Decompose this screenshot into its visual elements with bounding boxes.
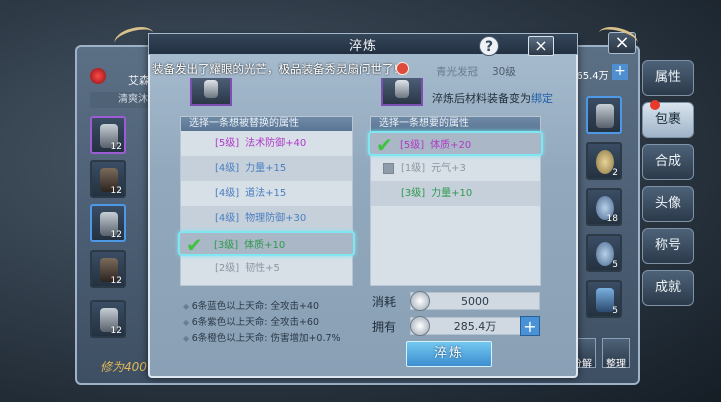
equip-slot[interactable]: 12 xyxy=(90,300,126,338)
attribute-text: 元气+3 xyxy=(431,163,466,174)
equip-slot[interactable]: 12 xyxy=(90,204,126,242)
attribute-level: [5级] xyxy=(400,140,425,151)
attribute-row-selected[interactable]: ✔ [5级] 体质+20 xyxy=(368,131,543,156)
cost-label: 消耗 xyxy=(372,295,397,309)
bag-slot[interactable]: 18 xyxy=(586,188,622,226)
attribute-level: [4级] xyxy=(215,163,240,174)
panel-header: 选择一条想要的属性 xyxy=(371,117,540,131)
slot-count: 12 xyxy=(110,186,122,196)
attribute-level: [4级] xyxy=(215,188,240,199)
slot-count: 5 xyxy=(612,306,618,316)
attribute-row[interactable]: [2级] 韧性+5 xyxy=(181,256,352,281)
attribute-text: 体质+10 xyxy=(244,240,286,251)
attribute-level: [3级] xyxy=(401,188,426,199)
equip-slot[interactable]: 12 xyxy=(90,116,126,154)
close-button[interactable]: × xyxy=(528,36,554,56)
bag-slot[interactable]: 2 xyxy=(586,142,622,180)
notification-badge xyxy=(650,100,660,110)
bound-keyword: 绑定 xyxy=(531,92,553,105)
slot-count: 5 xyxy=(612,260,618,270)
source-item-slot[interactable] xyxy=(190,78,232,106)
attribute-level: [2级] xyxy=(215,263,240,274)
desired-attribute-panel: 选择一条想要的属性 ✔ [5级] 体质+20 [1级] 元气+3 [3级] 力量+10 xyxy=(368,116,543,286)
add-currency-button[interactable]: + xyxy=(520,316,540,336)
replace-attribute-panel: 选择一条想被替换的属性 [5级] 法术防御+40 [4级] 力量+15 [4级] 道法… xyxy=(178,116,355,286)
help-button[interactable]: ? xyxy=(479,36,499,56)
emoji-icon xyxy=(396,62,409,75)
tab-synthesis[interactable]: 合成 xyxy=(642,144,694,180)
add-gold-button[interactable]: + xyxy=(612,64,628,80)
slot-count: 12 xyxy=(110,276,122,286)
bag-slot[interactable]: 5 xyxy=(586,234,622,272)
attribute-level: [1级] xyxy=(401,163,426,174)
owned-label: 拥有 xyxy=(372,320,397,334)
slot-count: 18 xyxy=(606,214,618,224)
attribute-row[interactable]: [3级] 力量+10 xyxy=(371,181,540,206)
slot-count: 2 xyxy=(612,168,618,178)
set-bonus: 6条橙色以上天命: 伤害增加+0.7% xyxy=(183,330,341,344)
material-item-name: 青光发冠 xyxy=(436,66,478,78)
tab-avatar[interactable]: 头像 xyxy=(642,186,694,222)
refine-button[interactable]: 淬炼 xyxy=(406,341,492,367)
sort-button[interactable]: 整理 xyxy=(602,338,630,370)
attribute-row[interactable]: [1级] 元气+3 xyxy=(371,156,540,181)
attribute-row[interactable]: [5级] 法术防御+40 xyxy=(181,131,352,156)
attribute-text: 力量+15 xyxy=(245,163,287,174)
helmet-icon xyxy=(204,80,218,98)
slot-count: 12 xyxy=(110,142,122,152)
bind-notice-text: 淬炼后材料装备变为 xyxy=(432,92,531,105)
attribute-text: 体质+20 xyxy=(430,140,472,151)
equip-slot[interactable]: 12 xyxy=(90,250,126,288)
set-bonus: 6条紫色以上天命: 全攻击+60 xyxy=(183,314,319,328)
panel-header: 选择一条想被替换的属性 xyxy=(181,117,352,131)
material-item-slot[interactable] xyxy=(381,78,423,106)
slot-count: 12 xyxy=(110,326,122,336)
set-bonus: 6条蓝色以上天命: 全攻击+40 xyxy=(183,298,319,312)
helmet-icon xyxy=(395,80,409,98)
attribute-text: 法术防御+40 xyxy=(245,138,307,149)
equip-slot[interactable]: 12 xyxy=(90,160,126,198)
attribute-text: 道法+15 xyxy=(245,188,287,199)
attribute-level: [5级] xyxy=(215,138,240,149)
dialog-title: 淬炼 xyxy=(348,39,377,54)
bind-notice: 淬炼后材料装备变为绑定 xyxy=(432,90,553,106)
silver-coin-icon xyxy=(410,316,430,336)
bag-slot[interactable] xyxy=(586,96,622,134)
tab-title[interactable]: 称号 xyxy=(642,228,694,264)
attribute-text: 力量+10 xyxy=(431,188,473,199)
tab-attributes[interactable]: 属性 xyxy=(642,60,694,96)
attribute-text: 物理防御+30 xyxy=(245,213,307,224)
attribute-level: [3级] xyxy=(214,240,239,251)
cultivation-label: 修为400 xyxy=(100,360,147,374)
player-name: 艾森 xyxy=(128,74,150,87)
checkmark-icon: ✔ xyxy=(186,233,203,257)
material-item-level: 30级 xyxy=(492,66,516,78)
guild-emblem-icon xyxy=(90,68,106,84)
checkmark-icon: ✔ xyxy=(376,133,393,157)
checkbox-icon xyxy=(383,163,394,174)
attribute-row[interactable]: [4级] 力量+15 xyxy=(181,156,352,181)
attribute-row[interactable]: [4级] 物理防御+30 xyxy=(181,206,352,231)
attribute-level: [4级] xyxy=(215,213,240,224)
boots-icon xyxy=(596,104,614,128)
slot-count: 12 xyxy=(110,230,122,240)
attribute-row-selected[interactable]: ✔ [3级] 体质+10 xyxy=(178,231,355,256)
bag-slot[interactable]: 5 xyxy=(586,280,622,318)
silver-coin-icon xyxy=(410,291,430,311)
attribute-row[interactable]: [4级] 道法+15 xyxy=(181,181,352,206)
attribute-text: 韧性+5 xyxy=(245,263,280,274)
tab-achievements[interactable]: 成就 xyxy=(642,270,694,306)
system-notice: 装备发出了耀眼的光芒，极品装备秀灵扇问世了! xyxy=(152,62,399,76)
